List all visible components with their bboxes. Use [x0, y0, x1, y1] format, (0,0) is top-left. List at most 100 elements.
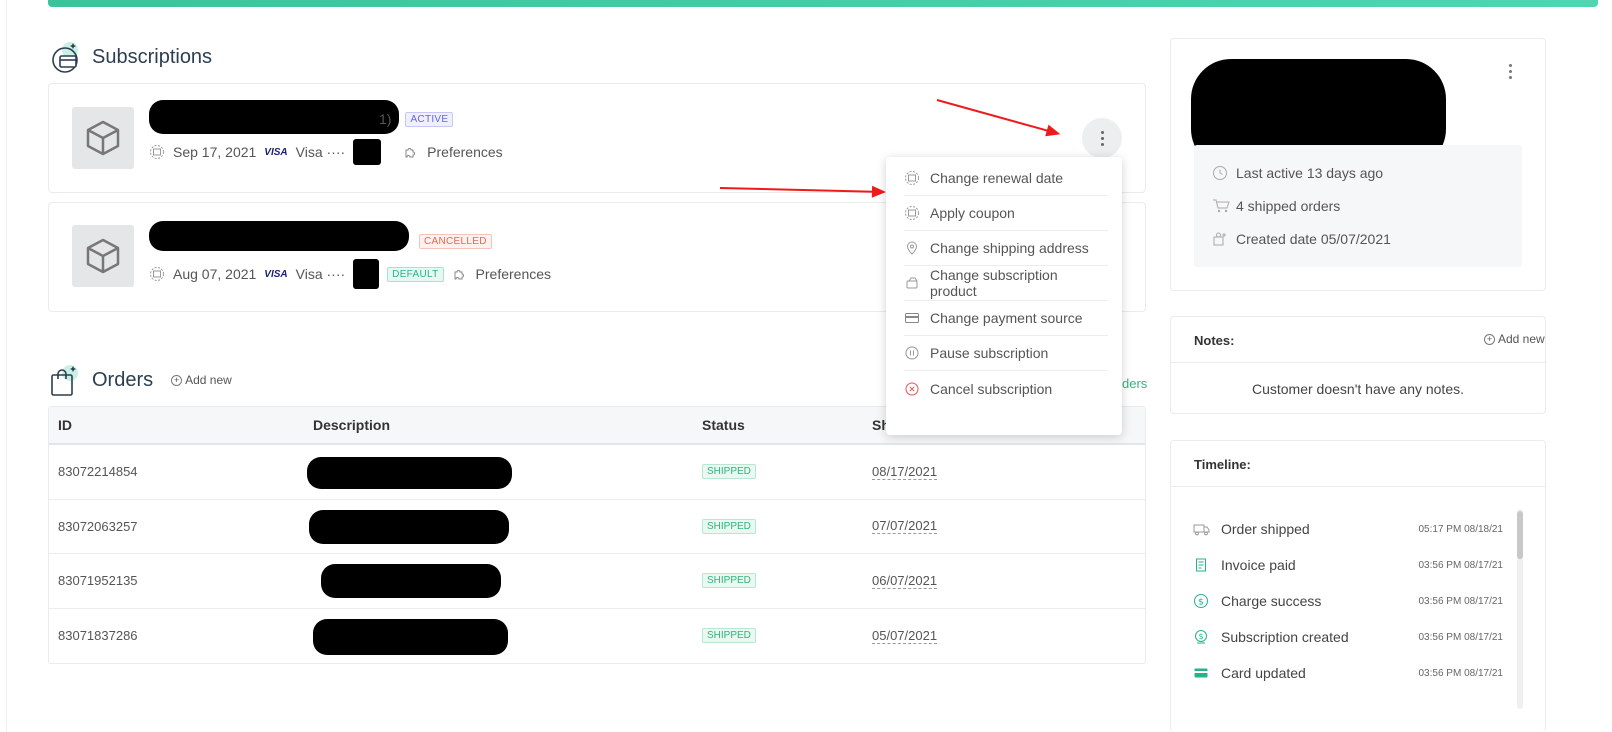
menu-item-label: Pause subscription — [930, 345, 1049, 361]
column-header: ID — [58, 417, 72, 433]
menu-item-cancel-subscription[interactable]: Cancel subscription — [904, 371, 1108, 406]
subscription-icon: $ — [1193, 629, 1209, 645]
svg-text:$: $ — [1198, 598, 1204, 608]
menu-item-change-payment-source[interactable]: Change payment source — [904, 301, 1108, 336]
table-row[interactable]: 83072063257 SHIPPED 07/07/2021 — [49, 500, 1145, 554]
renewal-date: Aug 07, 2021 — [173, 266, 257, 282]
timeline-item: $ Subscription created 03:56 PM 08/17/21 — [1193, 629, 1503, 645]
redacted-product-name — [149, 100, 399, 134]
renewal-date: Sep 17, 2021 — [173, 144, 257, 160]
card-icon — [1193, 665, 1209, 681]
subscription-actions-menu: Change renewal date Apply coupon Change … — [886, 157, 1122, 435]
notes-add-new-link[interactable]: + Add new — [1484, 332, 1545, 346]
redacted-description — [307, 457, 512, 489]
cancel-circle-icon — [904, 381, 920, 397]
box-icon — [86, 238, 120, 274]
top-accent-bar — [48, 0, 1598, 7]
table-row[interactable]: 83072214854 SHIPPED 08/17/2021 — [49, 445, 1145, 500]
redacted-description — [309, 509, 509, 544]
plus-icon: + — [1484, 333, 1495, 345]
timeline-time: 03:56 PM 08/17/21 — [1418, 631, 1503, 643]
timeline-title: Timeline: — [1194, 457, 1251, 472]
notes-empty-text: Customer doesn't have any notes. — [1251, 381, 1465, 397]
menu-item-change-renewal-date[interactable]: Change renewal date — [904, 161, 1108, 196]
customer-info-box: Last active 13 days ago 4 shipped orders… — [1194, 145, 1522, 267]
kebab-dot — [1100, 130, 1104, 134]
ship-date: 08/17/2021 — [872, 463, 938, 480]
timeline-item: Order shipped 05:17 PM 08/18/21 — [1193, 521, 1503, 537]
kebab-dot — [1509, 70, 1512, 73]
menu-item-apply-coupon[interactable]: Apply coupon — [904, 196, 1108, 231]
orders-add-new-link[interactable]: + Add new — [171, 373, 232, 387]
status-badge: SHIPPED — [702, 628, 756, 644]
preferences-link[interactable]: Preferences — [427, 144, 502, 160]
subscriptions-header: Subscriptions — [48, 40, 212, 74]
ship-date: 07/07/2021 — [872, 518, 938, 535]
redacted-product-name — [149, 221, 409, 251]
box-icon — [86, 120, 120, 156]
customer-menu-button[interactable] — [1509, 64, 1512, 79]
subscription-actions-button[interactable] — [1082, 118, 1122, 158]
visa-logo: VISA — [264, 146, 288, 158]
ship-date: 05/07/2021 — [872, 627, 938, 644]
menu-item-change-subscription-product[interactable]: Change subscription product — [904, 266, 1108, 301]
timeline-time: 03:56 PM 08/17/21 — [1418, 667, 1503, 679]
menu-item-pause-subscription[interactable]: Pause subscription — [904, 336, 1108, 371]
svg-text:$: $ — [1198, 632, 1203, 641]
menu-item-label: Change renewal date — [930, 170, 1064, 186]
kebab-dot — [1100, 136, 1104, 140]
calendar-icon — [149, 144, 165, 160]
shopping-bag-sparkle-icon — [48, 363, 82, 397]
clock-icon — [1212, 165, 1228, 181]
preferences-link[interactable]: Preferences — [476, 266, 551, 282]
menu-item-label: Cancel subscription — [930, 380, 1053, 397]
menu-item-label: Change subscription product — [930, 267, 1058, 299]
notes-card: Notes: + Add new Customer doesn't have a… — [1170, 316, 1546, 414]
card-label: Visa ···· — [295, 144, 346, 160]
card-label: Visa ···· — [295, 266, 346, 282]
orders-header: Orders + Add new — [48, 363, 232, 397]
add-new-label: Add new — [185, 373, 232, 387]
user-add-icon — [1212, 231, 1228, 247]
timeline-label: Invoice paid — [1221, 557, 1296, 573]
column-header: Status — [702, 417, 745, 433]
timeline-time: 05:17 PM 08/18/21 — [1418, 523, 1503, 535]
dollar-circle-icon: $ — [1193, 593, 1209, 609]
subscription-sparkle-icon — [48, 40, 82, 74]
redacted-description — [313, 618, 508, 655]
kebab-dot — [1100, 142, 1104, 146]
product-thumbnail — [72, 107, 134, 169]
pause-circle-icon — [904, 345, 920, 361]
redacted-description — [321, 564, 501, 598]
timeline-label: Card updated — [1221, 665, 1306, 681]
status-badge: SHIPPED — [702, 464, 756, 480]
view-all-orders-link[interactable]: ders — [1122, 376, 1147, 391]
status-badge: SHIPPED — [702, 518, 756, 534]
invoice-icon — [1193, 557, 1209, 573]
product-name-suffix: 1) — [379, 111, 392, 127]
cart-icon — [1212, 198, 1230, 214]
order-id: 83071952135 — [58, 573, 138, 589]
menu-item-label: Apply coupon — [930, 205, 1015, 221]
add-new-label: Add new — [1498, 332, 1545, 346]
timeline-time: 03:56 PM 08/17/21 — [1418, 595, 1503, 607]
column-header: Description — [313, 417, 391, 433]
timeline-time: 03:56 PM 08/17/21 — [1418, 559, 1503, 571]
table-row[interactable]: 83071952135 SHIPPED 06/07/2021 — [49, 554, 1145, 609]
default-badge: DEFAULT — [387, 266, 444, 282]
menu-item-change-shipping-address[interactable]: Change shipping address — [904, 231, 1108, 266]
puzzle-icon — [403, 144, 419, 160]
shipped-orders-count: 4 shipped orders — [1236, 198, 1341, 214]
kebab-dot — [1509, 64, 1512, 67]
plus-icon: + — [171, 374, 183, 386]
timeline-card: Timeline: Order shipped 05:17 PM 08/18/2… — [1170, 440, 1546, 732]
timeline-label: Subscription created — [1221, 629, 1349, 645]
timeline-label: Charge success — [1221, 593, 1322, 609]
created-date: Created date 05/07/2021 — [1236, 231, 1391, 247]
ship-date: 06/07/2021 — [872, 572, 938, 589]
redacted-card-digits — [353, 139, 382, 165]
credit-card-icon — [904, 310, 920, 326]
order-id: 83071837286 — [58, 628, 138, 644]
timeline-scrollbar-thumb[interactable] — [1517, 511, 1523, 559]
table-row[interactable]: 83071837286 SHIPPED 05/07/2021 — [49, 609, 1145, 664]
